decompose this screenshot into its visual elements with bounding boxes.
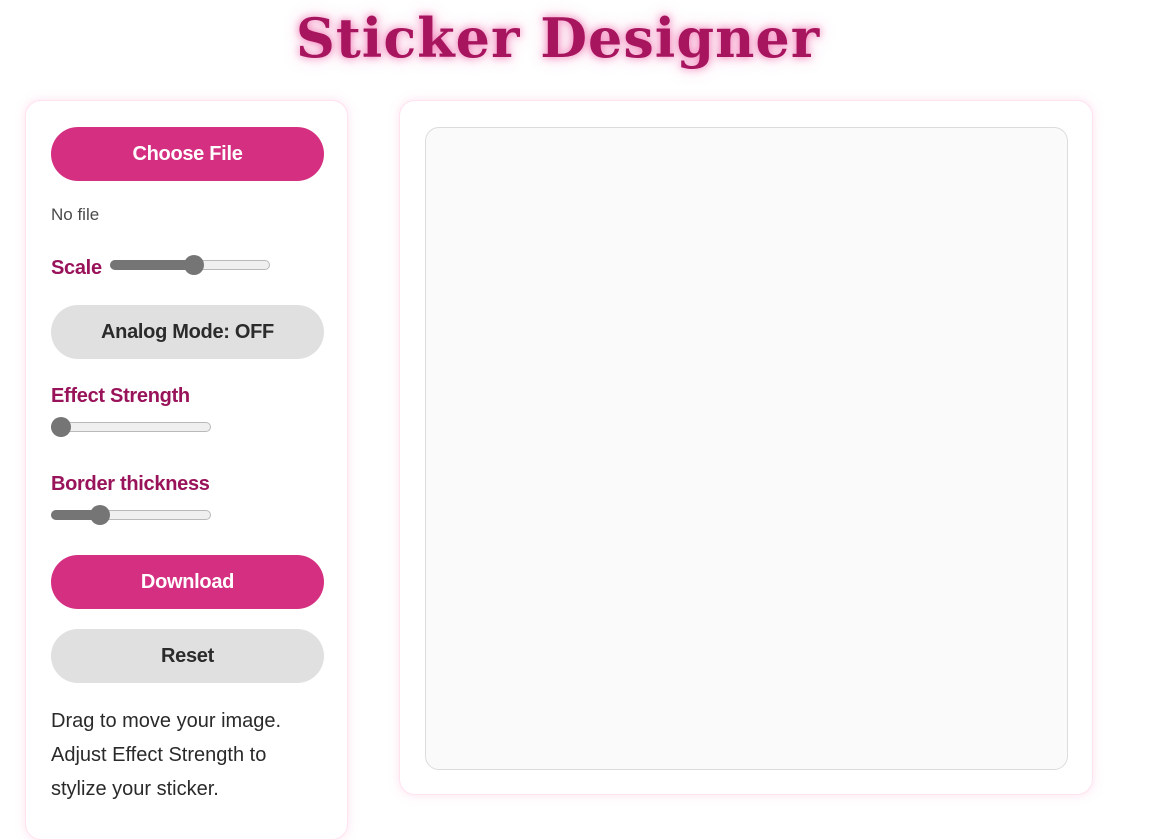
scale-slider-fill bbox=[110, 260, 195, 270]
app-title: Sticker Designer bbox=[295, 6, 821, 70]
effect-strength-slider-track bbox=[51, 422, 211, 432]
help-text: Drag to move your image. Adjust Effect S… bbox=[51, 704, 326, 806]
choose-file-button[interactable]: Choose File bbox=[51, 127, 324, 181]
file-status: No file bbox=[51, 205, 100, 224]
analog-mode-toggle[interactable]: Analog Mode: OFF bbox=[51, 305, 324, 359]
scale-slider-thumb[interactable] bbox=[184, 255, 205, 275]
reset-button[interactable]: Reset bbox=[51, 629, 324, 683]
help-line: Adjust Effect Strength to bbox=[51, 744, 267, 766]
border-thickness-label: Border thickness bbox=[51, 473, 210, 495]
help-line: Drag to move your image. bbox=[51, 710, 282, 732]
download-button[interactable]: Download bbox=[51, 555, 324, 609]
effect-strength-label: Effect Strength bbox=[51, 385, 190, 407]
border-thickness-slider[interactable] bbox=[51, 505, 211, 525]
scale-slider[interactable] bbox=[110, 255, 270, 275]
sticker-canvas[interactable] bbox=[425, 127, 1068, 770]
controls-panel: Choose File No file Scale Analog Mode: O… bbox=[25, 100, 348, 840]
scale-label: Scale bbox=[51, 257, 102, 279]
effect-strength-slider[interactable] bbox=[51, 417, 211, 437]
help-line: stylize your sticker. bbox=[51, 778, 219, 800]
border-thickness-slider-thumb[interactable] bbox=[90, 505, 111, 525]
effect-strength-slider-thumb[interactable] bbox=[51, 417, 71, 437]
preview-card bbox=[399, 100, 1093, 795]
